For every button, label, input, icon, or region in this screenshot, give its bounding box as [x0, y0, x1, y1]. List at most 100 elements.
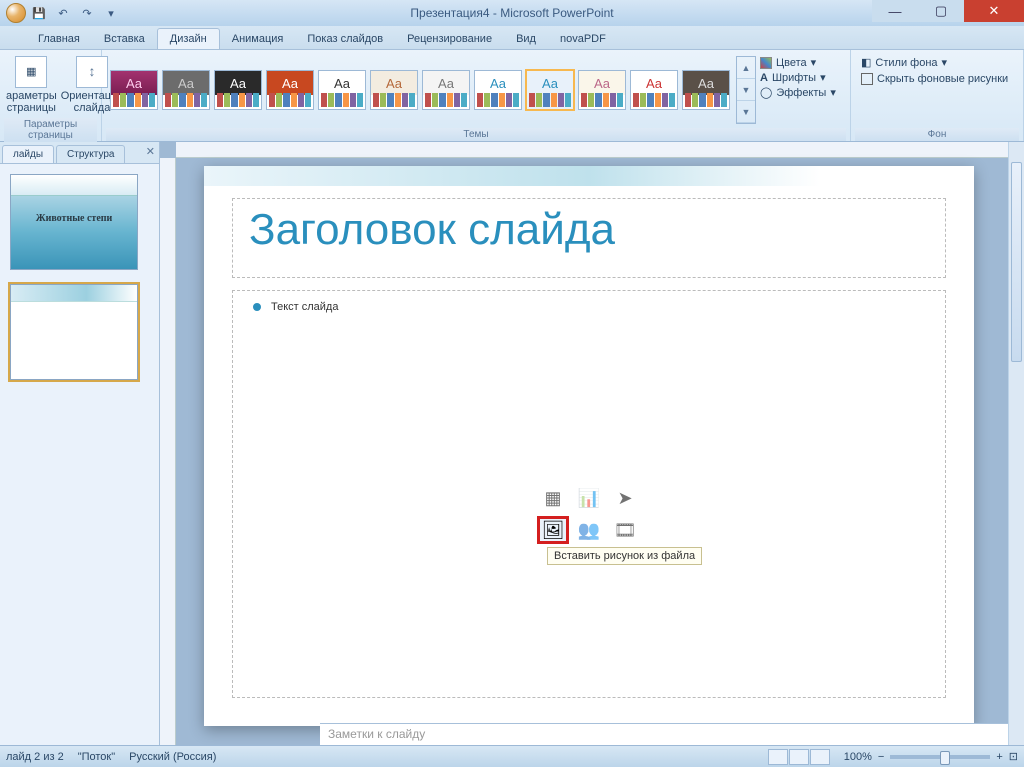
- tab-outline[interactable]: Структура: [56, 145, 125, 163]
- window-title: Презентация4 - Microsoft PowerPoint: [410, 6, 613, 20]
- theme-thumb[interactable]: Aa: [578, 70, 626, 110]
- group-label-themes: Темы: [106, 128, 846, 141]
- gallery-up-icon[interactable]: ▲: [737, 57, 755, 79]
- zoom-in-icon[interactable]: +: [996, 751, 1002, 763]
- status-bar: лайд 2 из 2 "Поток" Русский (Россия) 100…: [0, 745, 1024, 767]
- insert-table-icon[interactable]: ▦: [537, 484, 569, 512]
- group-background: ◧Стили фона ▾ Скрыть фоновые рисунки Фон: [851, 50, 1024, 141]
- theme-gallery: Aa Aa Aa Aa Aa Aa Aa Aa Aa Aa Aa Aa: [106, 52, 734, 128]
- tab-slideshow[interactable]: Показ слайдов: [295, 29, 395, 49]
- tab-view[interactable]: Вид: [504, 29, 548, 49]
- theme-thumb[interactable]: Aa: [162, 70, 210, 110]
- slide-editor: Заголовок слайда Текст слайда ▦ 📊 ➤ 🖼 👥 …: [160, 142, 1024, 745]
- theme-options: Цвета ▾ AШрифты ▾ ◯Эффекты ▾: [758, 52, 838, 128]
- minimize-button[interactable]: —: [872, 0, 918, 22]
- insert-smartart-icon[interactable]: ➤: [609, 484, 641, 512]
- theme-thumb[interactable]: Aa: [214, 70, 262, 110]
- theme-colors-button[interactable]: Цвета ▾: [760, 56, 836, 69]
- zoom-fit-icon[interactable]: ⊡: [1009, 750, 1018, 763]
- save-icon[interactable]: 💾: [28, 3, 50, 23]
- scrollbar-thumb[interactable]: [1011, 162, 1022, 362]
- qat-more-icon[interactable]: ▾: [100, 3, 122, 23]
- thumb1-title: Животные степи: [11, 213, 137, 224]
- group-page-setup: ▦ араметры страницы Ориентация слайда Па…: [0, 50, 102, 141]
- view-slideshow-icon[interactable]: [810, 749, 830, 765]
- orientation-icon: [76, 56, 108, 88]
- notes-pane[interactable]: Заметки к слайду: [320, 723, 1008, 745]
- undo-icon[interactable]: ↶: [52, 3, 74, 23]
- zoom-control: 100% − + ⊡: [844, 750, 1018, 763]
- zoom-slider[interactable]: [890, 755, 990, 759]
- theme-thumb-selected[interactable]: Aa: [526, 70, 574, 110]
- gallery-down-icon[interactable]: ▼: [737, 79, 755, 101]
- panel-close-icon[interactable]: ✕: [146, 145, 155, 158]
- tab-design[interactable]: Дизайн: [157, 28, 220, 49]
- ruler-horizontal: [176, 142, 1008, 158]
- window-controls: — ▢ ✕: [872, 0, 1024, 22]
- slide-thumb-2[interactable]: [10, 284, 138, 380]
- zoom-value[interactable]: 100%: [844, 751, 872, 763]
- workspace: лайды Структура ✕ Животные степи Заголов…: [0, 142, 1024, 745]
- ribbon: ▦ араметры страницы Ориентация слайда Па…: [0, 50, 1024, 142]
- gallery-more-icon[interactable]: ▼: [737, 101, 755, 123]
- bullet-icon: [253, 303, 261, 311]
- title-bar: 💾 ↶ ↷ ▾ Презентация4 - Microsoft PowerPo…: [0, 0, 1024, 26]
- slides-panel: лайды Структура ✕ Животные степи: [0, 142, 160, 745]
- view-sorter-icon[interactable]: [789, 749, 809, 765]
- theme-thumb[interactable]: Aa: [630, 70, 678, 110]
- maximize-button[interactable]: ▢: [918, 0, 964, 22]
- insert-clipart-icon[interactable]: 👥: [573, 516, 605, 544]
- colors-icon: [760, 57, 772, 69]
- content-placeholder: ▦ 📊 ➤ 🖼 👥 🎞 Вставить рисунок из файла: [537, 484, 641, 544]
- slide-canvas[interactable]: Заголовок слайда Текст слайда ▦ 📊 ➤ 🖼 👥 …: [204, 166, 974, 726]
- page-setup-icon: ▦: [15, 56, 47, 88]
- panel-tabs: лайды Структура ✕: [0, 142, 159, 164]
- tab-insert[interactable]: Вставка: [92, 29, 157, 49]
- theme-thumb[interactable]: Aa: [266, 70, 314, 110]
- close-button[interactable]: ✕: [964, 0, 1024, 22]
- group-label-background: Фон: [855, 128, 1019, 141]
- status-theme: "Поток": [78, 751, 115, 763]
- tab-slides[interactable]: лайды: [2, 145, 54, 163]
- tab-novapdf[interactable]: novaPDF: [548, 29, 618, 49]
- theme-effects-button[interactable]: ◯Эффекты ▾: [760, 86, 836, 99]
- slide-thumbnails: Животные степи: [0, 164, 159, 390]
- bullet-line: Текст слайда: [253, 301, 925, 313]
- theme-thumb[interactable]: Aa: [682, 70, 730, 110]
- body-placeholder[interactable]: Текст слайда ▦ 📊 ➤ 🖼 👥 🎞 Вставить рисуно…: [232, 290, 946, 698]
- theme-thumb[interactable]: Aa: [370, 70, 418, 110]
- page-setup-button[interactable]: ▦ араметры страницы: [6, 56, 57, 114]
- office-button[interactable]: [6, 3, 26, 23]
- tab-home[interactable]: Главная: [26, 29, 92, 49]
- title-placeholder[interactable]: Заголовок слайда: [232, 198, 946, 278]
- insert-picture-icon[interactable]: 🖼: [537, 516, 569, 544]
- group-label-page-setup: Параметры страницы: [4, 118, 97, 142]
- fonts-icon: A: [760, 72, 768, 84]
- gallery-scroll: ▲ ▼ ▼: [736, 56, 756, 124]
- status-language[interactable]: Русский (Россия): [129, 751, 216, 763]
- zoom-out-icon[interactable]: −: [878, 751, 884, 763]
- theme-thumb[interactable]: Aa: [474, 70, 522, 110]
- effects-icon: ◯: [760, 86, 772, 99]
- theme-thumb[interactable]: Aa: [110, 70, 158, 110]
- theme-thumb[interactable]: Aa: [422, 70, 470, 110]
- view-normal-icon[interactable]: [768, 749, 788, 765]
- slide-thumb-1[interactable]: Животные степи: [10, 174, 138, 270]
- body-text: Текст слайда: [271, 301, 338, 313]
- insert-media-icon[interactable]: 🎞: [609, 516, 641, 544]
- ruler-vertical: [160, 158, 176, 745]
- theme-thumb[interactable]: Aa: [318, 70, 366, 110]
- vertical-scrollbar[interactable]: [1008, 142, 1024, 745]
- insert-chart-icon[interactable]: 📊: [573, 484, 605, 512]
- background-styles-button[interactable]: ◧Стили фона ▾: [861, 56, 1013, 69]
- tooltip: Вставить рисунок из файла: [547, 547, 702, 565]
- hide-background-checkbox[interactable]: Скрыть фоновые рисунки: [861, 73, 1013, 85]
- page-setup-label: араметры страницы: [6, 90, 57, 114]
- tab-review[interactable]: Рецензирование: [395, 29, 504, 49]
- quick-access-toolbar: 💾 ↶ ↷ ▾: [0, 3, 122, 23]
- status-slide: лайд 2 из 2: [6, 751, 64, 763]
- group-themes: Aa Aa Aa Aa Aa Aa Aa Aa Aa Aa Aa Aa ▲ ▼ …: [102, 50, 851, 141]
- redo-icon[interactable]: ↷: [76, 3, 98, 23]
- tab-animation[interactable]: Анимация: [220, 29, 296, 49]
- theme-fonts-button[interactable]: AШрифты ▾: [760, 71, 836, 84]
